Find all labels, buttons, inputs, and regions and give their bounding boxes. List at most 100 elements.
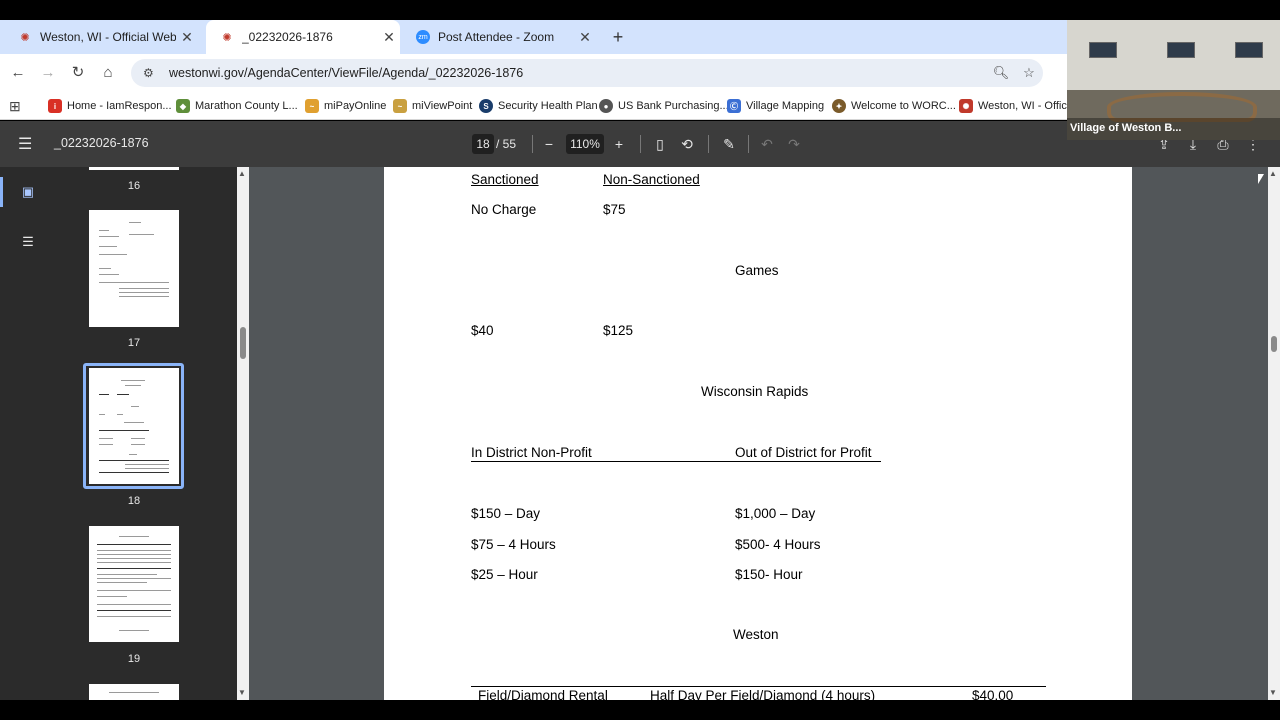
in-district-header: In District Non-Profit xyxy=(471,445,592,460)
bookmark-label: US Bank Purchasing... xyxy=(618,100,729,112)
home-icon[interactable]: ⌂ xyxy=(97,62,119,84)
back-arrow-icon[interactable]: ← xyxy=(7,62,29,84)
bookmark-item[interactable]: ● US Bank Purchasing... xyxy=(599,96,729,116)
scrollbar-thumb[interactable] xyxy=(1271,336,1277,352)
zoom-video-overlay[interactable]: Village of Weston B... xyxy=(1067,20,1280,140)
thumbnail-label: 19 xyxy=(127,653,141,665)
zoom-level-input[interactable]: 110% xyxy=(566,134,604,154)
out-district-4h-fee: $500- 4 Hours xyxy=(735,537,821,552)
table-top-border xyxy=(471,686,1046,687)
close-icon[interactable]: ✕ xyxy=(378,29,400,46)
thumbnail-page-20[interactable] xyxy=(89,684,179,700)
tab-weston-website[interactable]: ✺ Weston, WI - Official Website | ✕ xyxy=(4,20,198,54)
bookmark-label: Village Mapping xyxy=(746,100,825,112)
pdf-side-nav: ▣ ☰ xyxy=(0,167,56,700)
zoom-magnifier-icon[interactable]: 🔍︎ xyxy=(987,65,1015,81)
out-district-header: Out of District for Profit xyxy=(735,445,872,460)
bookmark-item[interactable]: ~ miViewPoint xyxy=(393,96,472,116)
col-header-sanctioned: Sanctioned xyxy=(471,172,539,187)
thumbnail-scrollbar[interactable]: ▲ ▼ xyxy=(237,167,249,700)
annotate-pen-icon[interactable]: ✎ xyxy=(719,134,739,154)
tab-agenda-pdf[interactable]: ✺ _02232026-1876 ✕ xyxy=(206,20,400,54)
bookmark-item[interactable]: Ⓒ Village Mapping xyxy=(727,96,824,116)
divider xyxy=(708,135,709,153)
pdf-doc-name: _02232026-1876 xyxy=(54,136,149,150)
thumbnails-icon[interactable]: ▣ xyxy=(20,184,36,200)
divider xyxy=(748,135,749,153)
mouse-cursor-icon xyxy=(1258,174,1264,184)
practice-sanctioned-fee: No Charge xyxy=(471,202,537,217)
bookmark-label: Welcome to WORC... xyxy=(851,100,956,112)
thumbnail-label: 17 xyxy=(127,337,141,349)
screen: ✺ Weston, WI - Official Website | ✕ ✺ _0… xyxy=(0,0,1280,720)
bookmark-item[interactable]: ✺ Weston, WI - Officia xyxy=(959,96,1075,116)
bookmark-item[interactable]: ~ miPayOnline xyxy=(305,96,386,116)
table-row-label: Field/Diamond Rental xyxy=(478,688,608,700)
address-bar[interactable]: ⚙ westonwi.gov/AgendaCenter/ViewFile/Age… xyxy=(131,59,1043,87)
bookmark-icon: Ⓒ xyxy=(727,99,741,113)
thumbnail-page-17[interactable] xyxy=(89,210,179,327)
star-icon[interactable]: ☆ xyxy=(1015,65,1043,81)
document-scrollbar[interactable]: ▲ ▼ xyxy=(1268,167,1280,700)
scroll-up-arrow-icon[interactable]: ▲ xyxy=(238,169,246,178)
bookmark-label: Marathon County L... xyxy=(195,100,298,112)
bookmark-item[interactable]: ◆ Marathon County L... xyxy=(176,96,298,116)
zoom-out-icon[interactable]: − xyxy=(539,134,559,154)
in-district-day-fee: $150 – Day xyxy=(471,506,541,521)
reload-icon[interactable]: ↻ xyxy=(67,62,89,84)
rotate-icon[interactable]: ⟲ xyxy=(677,134,697,154)
undo-icon[interactable]: ↶ xyxy=(757,134,777,154)
room-display xyxy=(1167,42,1195,58)
bookmark-icon: S xyxy=(479,99,493,113)
table-row-price: $40.00 xyxy=(972,688,1014,700)
scrollbar-thumb[interactable] xyxy=(240,327,246,359)
scroll-down-arrow-icon[interactable]: ▼ xyxy=(238,688,246,697)
bookmark-label: Home - IamRespon... xyxy=(67,100,172,112)
outline-icon[interactable]: ☰ xyxy=(20,234,36,250)
games-heading: Games xyxy=(735,263,779,278)
thumbnail-page-18[interactable] xyxy=(89,368,179,484)
zoom-favicon-icon: zm xyxy=(416,30,430,44)
site-info-icon[interactable]: ⚙ xyxy=(143,66,159,80)
thumbnail-page-16[interactable] xyxy=(89,167,179,170)
close-icon[interactable]: ✕ xyxy=(176,29,198,46)
bookmark-label: Weston, WI - Officia xyxy=(978,100,1076,112)
room-display xyxy=(1235,42,1263,58)
scroll-down-arrow-icon[interactable]: ▼ xyxy=(1269,688,1277,697)
apps-grid-icon[interactable]: ⊞ xyxy=(9,96,21,116)
out-district-day-fee: $1,000 – Day xyxy=(735,506,816,521)
tab-title: Post Attendee - Zoom xyxy=(438,30,555,44)
menu-icon[interactable]: ☰ xyxy=(18,134,32,154)
thumbnail-label: 18 xyxy=(127,495,141,507)
tab-title: _02232026-1876 xyxy=(242,30,333,44)
bookmark-icon: ✦ xyxy=(832,99,846,113)
in-district-hour-fee: $25 – Hour xyxy=(471,567,538,582)
bookmark-label: Security Health Plan xyxy=(498,100,598,112)
weston-favicon-icon: ✺ xyxy=(20,31,30,44)
zoom-in-icon[interactable]: + xyxy=(609,134,629,154)
page-number-input[interactable]: 18 xyxy=(472,134,494,154)
bookmark-label: miViewPoint xyxy=(412,100,473,112)
thumbnail-pane: 16 17 18 19 xyxy=(56,167,237,700)
plus-icon[interactable]: + xyxy=(606,25,630,49)
wisconsin-rapids-heading: Wisconsin Rapids xyxy=(701,384,809,399)
bookmark-item[interactable]: S Security Health Plan xyxy=(479,96,598,116)
close-icon[interactable]: ✕ xyxy=(574,29,596,46)
bookmark-label: miPayOnline xyxy=(324,100,387,112)
practice-non-sanctioned-fee: $75 xyxy=(603,202,626,217)
bookmark-item[interactable]: i Home - IamRespon... xyxy=(48,96,172,116)
tab-zoom[interactable]: zm Post Attendee - Zoom ✕ xyxy=(402,20,596,54)
room-display xyxy=(1089,42,1117,58)
selected-indicator xyxy=(0,177,3,207)
fit-page-icon[interactable]: ▯ xyxy=(650,134,670,154)
thumbnail-page-19[interactable] xyxy=(89,526,179,642)
page-total: / 55 xyxy=(496,137,517,151)
bookmark-icon: ◆ xyxy=(176,99,190,113)
redo-icon[interactable]: ↷ xyxy=(784,134,804,154)
bookmark-icon: ~ xyxy=(305,99,319,113)
globe-icon: ● xyxy=(599,99,613,113)
url-text: westonwi.gov/AgendaCenter/ViewFile/Agend… xyxy=(169,66,524,80)
scroll-up-arrow-icon[interactable]: ▲ xyxy=(1269,169,1277,178)
forward-arrow-icon[interactable]: → xyxy=(37,62,59,84)
bookmark-item[interactable]: ✦ Welcome to WORC... xyxy=(832,96,956,116)
